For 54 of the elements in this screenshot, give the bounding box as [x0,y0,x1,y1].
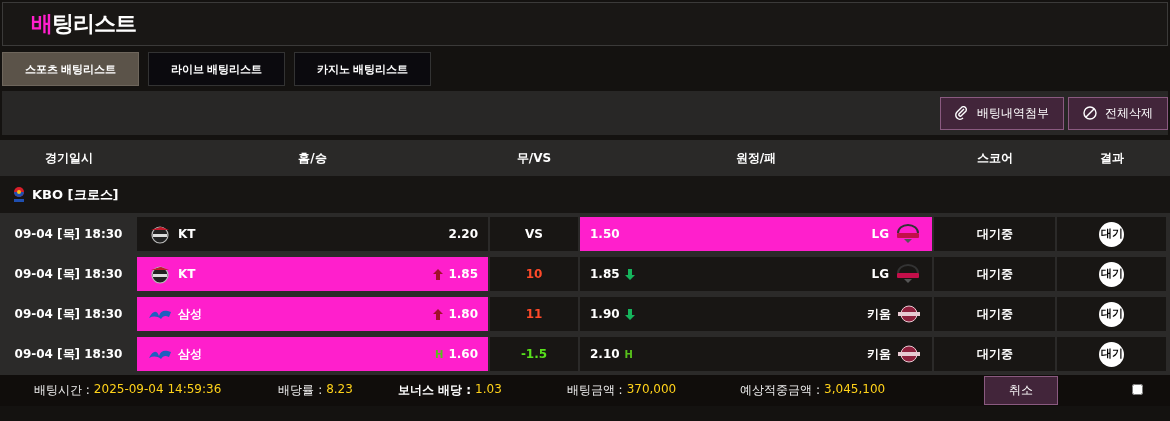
team-logo-icon [896,304,922,324]
cancel-button[interactable]: 취소 [984,376,1059,405]
column-header: 무/VS [515,149,553,167]
team-logo-icon [894,224,922,244]
handicap-mark: H [435,348,444,360]
summary-label: 배팅금액 : [566,382,623,399]
up-arrow-icon [433,268,444,280]
down-arrow-icon [624,308,635,320]
summary-value: 2025-09-04 14:59:36 [93,382,222,398]
delete-all-button[interactable]: 전체삭제 [1068,96,1168,130]
score-cell: 대기중 [934,257,1055,291]
summary-value: 8.23 [326,382,353,398]
summary-label: 보너스 배당 : [397,382,472,399]
select-checkbox[interactable] [1132,383,1144,395]
summary-label: 배팅시간 : [34,382,90,399]
away-odds-option[interactable]: 1.90 키움 [580,297,932,331]
team-logo-icon [894,264,922,284]
team-logo-icon [896,344,922,364]
page-title: 배팅리스트 [31,10,136,38]
summary-value: 1.03 [475,382,502,398]
column-header: 스코어 [975,149,1014,167]
draw-option[interactable]: VS [490,217,578,251]
tab[interactable]: 카지노 배팅리스트 [294,52,431,86]
paperclip-icon [955,106,969,120]
column-header: 결과 [1098,149,1125,167]
attach-button[interactable]: 배팅내역첨부 [940,96,1064,130]
draw-option[interactable]: 11 [490,297,578,331]
down-arrow-icon [624,268,635,280]
column-header: 홈/승 [297,149,328,167]
status-badge: 대기 [1099,261,1124,287]
league-name: KBO [크로스] [32,185,119,204]
tab[interactable]: 라이브 배팅리스트 [148,52,285,86]
home-odds-option[interactable]: KT 2.20 [137,217,488,251]
league-logo-icon [12,185,26,204]
summary-value: 370,000 [626,382,677,398]
summary-label: 예상적중금액 : [740,382,821,399]
score-cell: 대기중 [934,337,1055,371]
tab[interactable]: 스포츠 배팅리스트 [2,52,139,86]
summary-value: 3,045,100 [824,382,886,398]
prohibited-icon [1083,106,1097,120]
status-badge: 대기 [1099,341,1124,367]
score-cell: 대기중 [934,217,1055,251]
draw-option[interactable]: 10 [490,257,578,291]
away-odds-option[interactable]: 2.10 H 키움 [580,337,932,371]
score-cell: 대기중 [934,297,1055,331]
summary-label: 배당률 : [278,382,323,399]
draw-option[interactable]: -1.5 [490,337,578,371]
column-header: 경기일시 [43,149,94,167]
up-arrow-icon [433,308,444,320]
status-badge: 대기 [1099,301,1124,327]
handicap-mark: H [624,348,633,360]
away-odds-option[interactable]: 1.85 LG [580,257,932,291]
column-header: 원정/패 [734,149,778,167]
status-badge: 대기 [1099,221,1124,247]
